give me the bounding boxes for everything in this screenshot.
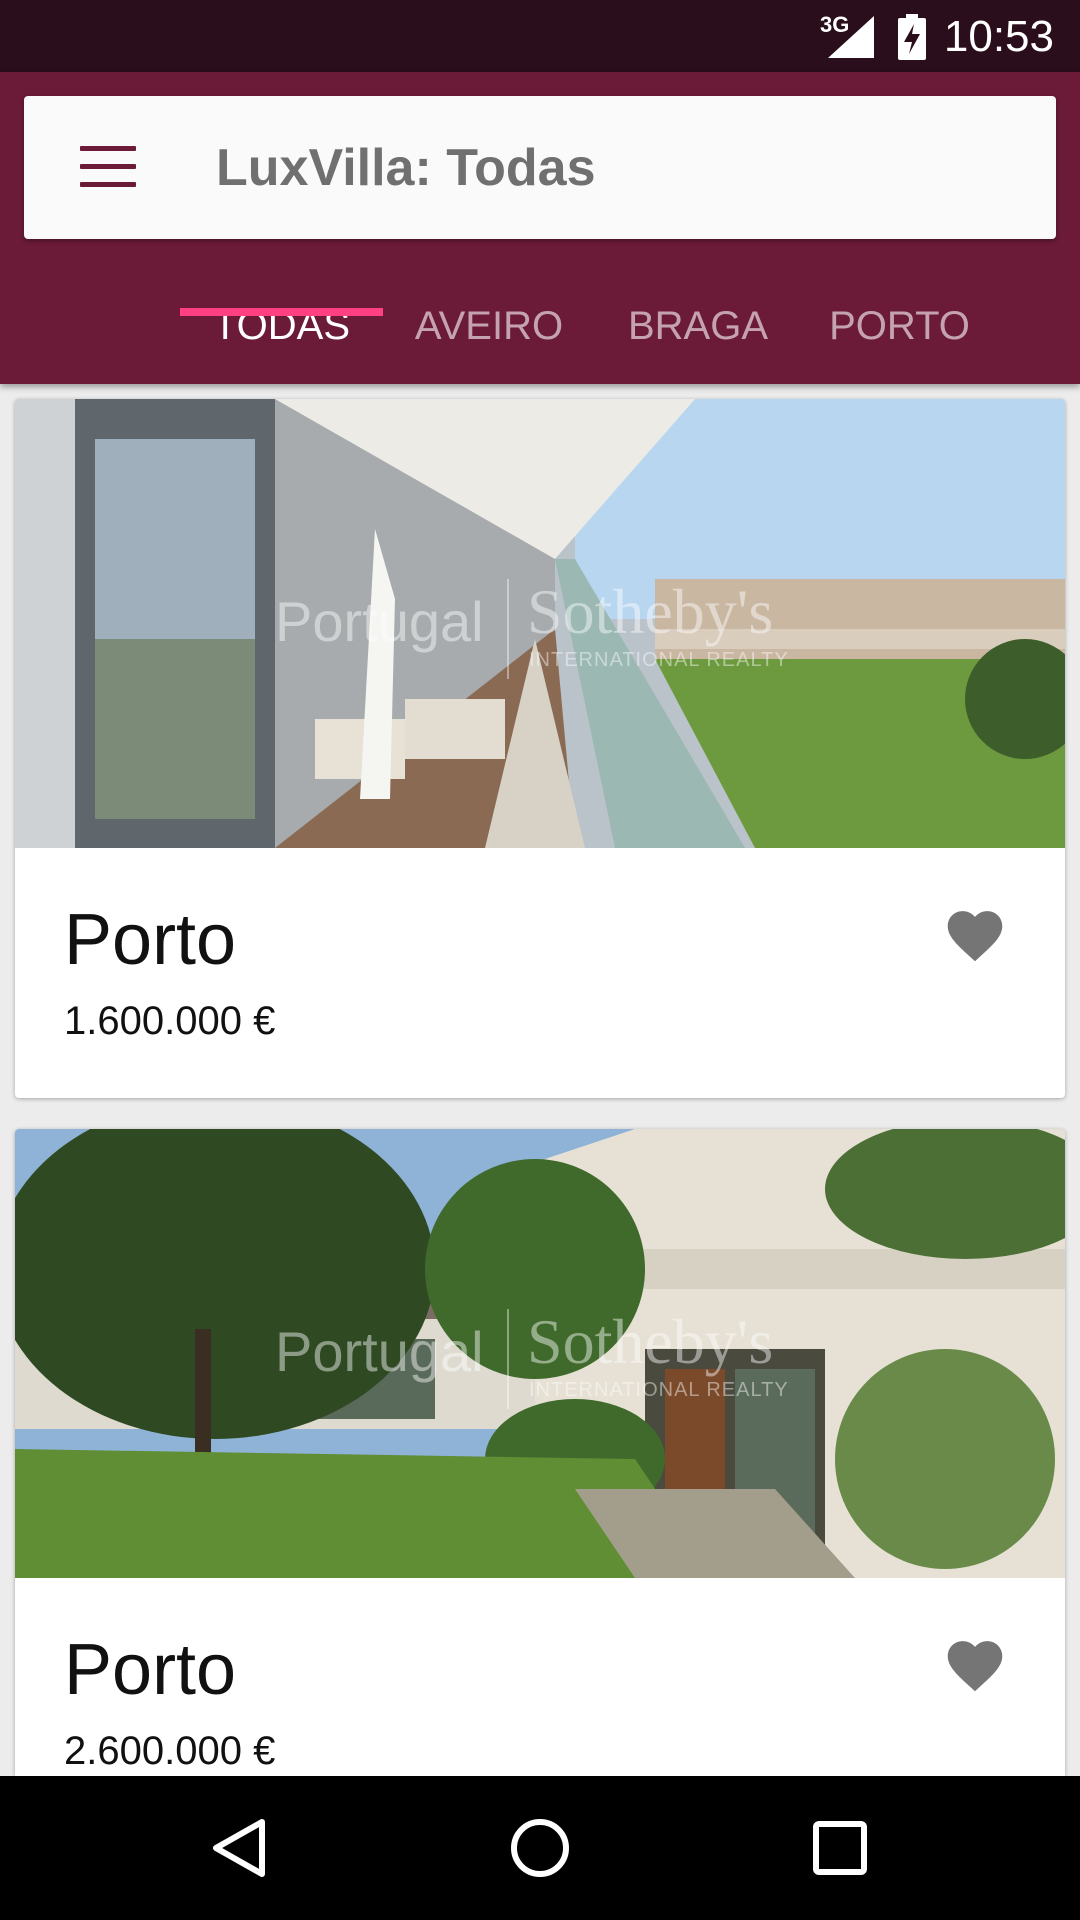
listing-price: 2.600.000 €: [64, 1729, 276, 1773]
recents-icon[interactable]: [808, 1816, 872, 1880]
listing-city: Porto: [64, 900, 237, 980]
tab-todas[interactable]: TODAS: [180, 268, 383, 384]
tab-porto[interactable]: PORTO: [812, 268, 987, 384]
network-type: 3G: [820, 12, 850, 37]
heart-icon[interactable]: [942, 903, 1008, 963]
listing-photo[interactable]: Portugal Sotheby's INTERNATIONAL REALTY: [15, 399, 1065, 848]
photo-watermark: Portugal Sotheby's INTERNATIONAL REALTY: [275, 1306, 835, 1409]
listing-card[interactable]: Portugal Sotheby's INTERNATIONAL REALTY …: [15, 399, 1065, 1098]
hamburger-menu-icon[interactable]: [80, 146, 136, 188]
heart-icon[interactable]: [942, 1633, 1008, 1693]
listing-card[interactable]: Portugal Sotheby's INTERNATIONAL REALTY …: [15, 1129, 1065, 1776]
tab-bar: TODAS AVEIRO BRAGA PORTO: [0, 268, 1080, 384]
app-header: LuxVilla: Todas TODAS AVEIRO BRAGA PORTO: [0, 72, 1080, 384]
navigation-bar: [0, 1776, 1080, 1920]
tab-aveiro[interactable]: AVEIRO: [395, 268, 583, 384]
clock: 10:53: [943, 12, 1054, 61]
back-icon[interactable]: [208, 1816, 272, 1880]
page-title: LuxVilla: Todas: [216, 139, 596, 197]
home-icon[interactable]: [508, 1816, 572, 1880]
status-bar: 3G 10:53: [0, 0, 1080, 72]
search-bar[interactable]: LuxVilla: Todas: [24, 96, 1056, 239]
tab-braga[interactable]: BRAGA: [603, 268, 793, 384]
tab-indicator: [180, 308, 383, 316]
listing-city: Porto: [64, 1630, 237, 1710]
photo-watermark: Portugal Sotheby's INTERNATIONAL REALTY: [275, 576, 835, 679]
listing-photo[interactable]: Portugal Sotheby's INTERNATIONAL REALTY: [15, 1129, 1065, 1578]
listing-price: 1.600.000 €: [64, 999, 276, 1043]
battery-icon: [898, 14, 926, 60]
